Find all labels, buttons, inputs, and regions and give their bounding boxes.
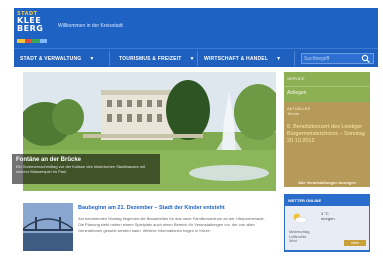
nav-item-wirtschaft[interactable]: WIRTSCHAFT & HANDEL ▼ xyxy=(204,49,281,68)
hero-caption-title: Fontäne an der Brücke xyxy=(16,157,82,163)
chevron-down-icon: ▼ xyxy=(89,55,95,62)
nav-divider xyxy=(294,51,295,66)
site-logo[interactable]: STADT KLEE BERG xyxy=(17,11,49,44)
all-events-link[interactable]: Alle Veranstaltungen anzeigen xyxy=(287,180,367,185)
news-image[interactable] xyxy=(23,203,73,251)
nav-item-label: WIRTSCHAFT & HANDEL xyxy=(204,55,269,62)
nav-divider xyxy=(197,51,198,66)
service-box-value: Anliegen xyxy=(287,90,307,96)
service-box[interactable]: SERVICE Anliegen xyxy=(284,72,370,102)
site-tagline: Willkommen in der Kreisstadt xyxy=(58,23,123,29)
search-icon[interactable] xyxy=(361,54,371,63)
service-box-label: SERVICE xyxy=(287,76,305,81)
nav-divider xyxy=(109,51,110,66)
news-title[interactable]: Baubeginn am 21. Dezember – Stadt der Ki… xyxy=(78,205,225,211)
search-input[interactable] xyxy=(304,55,359,63)
service-box-divider xyxy=(284,86,370,87)
main-navigation: STADT & VERWALTUNG ▼ TOURISMUS & FREIZEI… xyxy=(14,48,378,67)
event-title[interactable]: 5. Benefizkonzert des Leistiger Bürgerme… xyxy=(287,124,367,145)
weather-more-button[interactable]: mehr xyxy=(344,240,366,246)
hero-caption-text: Ein Sommernachmittag vor der Kulisse des… xyxy=(16,164,145,174)
logo-line-3: BERG xyxy=(17,24,44,33)
nav-item-tourismus[interactable]: TOURISMUS & FREIZEIT ▼ xyxy=(119,49,195,68)
nav-item-stadt[interactable]: STADT & VERWALTUNG ▼ xyxy=(20,49,95,68)
nav-item-label: STADT & VERWALTUNG xyxy=(20,55,82,62)
bridge-photo xyxy=(23,203,73,251)
event-date: Termin xyxy=(287,111,300,116)
weather-details: Niederschlag Luftfeuchte Wind xyxy=(289,230,310,243)
weather-title: WETTER ONLINE xyxy=(288,198,322,203)
partly-cloudy-icon xyxy=(293,213,307,224)
search-box xyxy=(301,53,374,64)
weather-temperature: 4 °C morgen xyxy=(321,211,335,221)
weather-widget: WETTER ONLINE 4 °C morgen Niederschlag L… xyxy=(284,194,370,252)
weather-body: 4 °C morgen Niederschlag Luftfeuchte Win… xyxy=(285,206,369,250)
chevron-down-icon: ▼ xyxy=(189,55,195,62)
nav-item-label: TOURISMUS & FREIZEIT xyxy=(119,55,182,62)
logo-color-bar xyxy=(17,39,47,43)
news-item: Baubeginn am 21. Dezember – Stadt der Ki… xyxy=(23,203,273,253)
hero-caption: Fontäne an der Brücke Ein Sommernachmitt… xyxy=(12,154,160,184)
event-box[interactable]: AKTUELLES Termin 5. Benefizkonzert des L… xyxy=(284,102,370,187)
chevron-down-icon: ▼ xyxy=(276,55,282,62)
site-header: STADT KLEE BERG Willkommen in der Kreiss… xyxy=(14,8,378,48)
news-text: Am kommenden Montag beginnen die Bauarbe… xyxy=(78,216,265,233)
